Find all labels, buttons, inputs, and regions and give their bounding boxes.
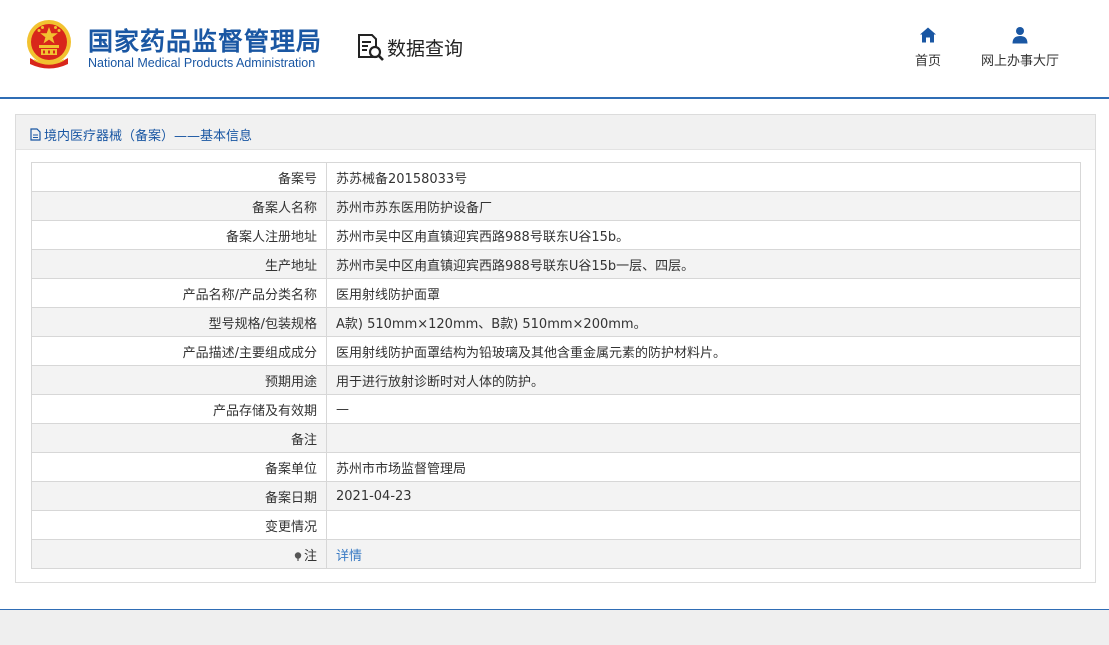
field-value: 苏州市吴中区甪直镇迎宾西路988号联东U谷15b一层、四层。 [326, 249, 1081, 279]
record-info-table: 备案号 苏苏械备20158033号 备案人名称 苏州市苏东医用防护设备厂 备案人注册… [31, 162, 1081, 569]
field-value: 2021-04-23 [326, 481, 1081, 511]
note-row: 注 详情 [31, 539, 1081, 569]
agency-name-en: National Medical Products Administration [88, 56, 316, 70]
table-row: 备注 [31, 423, 1081, 453]
nav-home-label[interactable]: 首页 [915, 54, 941, 69]
table-row: 备案号 苏苏械备20158033号 [31, 162, 1081, 192]
record-panel: 境内医疗器械（备案）——基本信息 备案号 苏苏械备20158033号 备案人名称苏… [15, 114, 1096, 583]
pin-icon [294, 551, 302, 561]
table-row: 备案人注册地址 苏州市吴中区甪直镇迎宾西路988号联东U谷15b。 [31, 220, 1081, 250]
field-label: 生产地址 [31, 249, 327, 279]
field-label: 备案人注册地址 [31, 220, 327, 250]
section-heading: 数据查询 [355, 32, 463, 62]
field-label: 变更情况 [31, 510, 327, 540]
agency-name-cn: 国家药品监督管理局 [88, 27, 323, 56]
field-value: 苏州市苏东医用防护设备厂 [326, 191, 1081, 221]
table-row: 型号规格/包装规格 A款) 510mm×120mm、B款) 510mm×200mm… [31, 307, 1081, 337]
data-query-icon [358, 34, 384, 61]
table-row: 预期用途 用于进行放射诊断时对人体的防护。 [31, 365, 1081, 395]
field-label: 产品名称/产品分类名称 [31, 278, 327, 308]
field-label: 备案单位 [31, 452, 327, 482]
table-row: 生产地址 苏州市吴中区甪直镇迎宾西路988号联东U谷15b一层、四层。 [31, 249, 1081, 279]
table-row: 变更情况 [31, 510, 1081, 540]
field-label: 产品描述/主要组成成分 [31, 336, 327, 366]
field-label: 备案号 [31, 162, 327, 192]
details-link[interactable]: 详情 [336, 549, 362, 564]
document-icon [30, 128, 41, 141]
nav-home[interactable]: 首页 [905, 26, 951, 69]
field-value: 用于进行放射诊断时对人体的防护。 [326, 365, 1081, 395]
field-label: 备案日期 [31, 481, 327, 511]
nav-online-hall[interactable]: 网上办事大厅 [975, 26, 1065, 69]
site-footer [0, 610, 1109, 645]
field-label: 备注 [31, 423, 327, 453]
panel-header: 境内医疗器械（备案）——基本信息 [16, 115, 1095, 150]
note-label-text: 注 [303, 548, 317, 564]
section-title: 数据查询 [387, 37, 464, 60]
table-row: 产品描述/主要组成成分 医用射线防护面罩结构为铅玻璃及其他含重金属元素的防护材料片… [31, 336, 1081, 366]
field-value: 苏州市吴中区甪直镇迎宾西路988号联东U谷15b。 [326, 220, 1081, 250]
field-value [326, 423, 1081, 453]
panel-title-text: 境内医疗器械（备案）——基本信息 [44, 129, 253, 144]
table-row: 备案单位 苏州市市场监督管理局 [31, 452, 1081, 482]
field-label: 预期用途 [31, 365, 327, 395]
table-row: 产品名称/产品分类名称 医用射线防护面罩 [31, 278, 1081, 308]
note-value: 详情 [326, 539, 1081, 569]
header-divider [0, 97, 1109, 99]
user-icon [1012, 27, 1028, 44]
note-label: 注 [31, 539, 327, 569]
field-value: 医用射线防护面罩结构为铅玻璃及其他含重金属元素的防护材料片。 [326, 336, 1081, 366]
field-value: 苏苏械备20158033号 [326, 162, 1081, 192]
national-emblem-icon [27, 20, 71, 69]
field-label: 产品存储及有效期 [31, 394, 327, 424]
field-label: 型号规格/包装规格 [31, 307, 327, 337]
field-label: 备案人名称 [31, 191, 327, 221]
table-row: 备案日期 2021-04-23 [31, 481, 1081, 511]
field-value: 医用射线防护面罩 [326, 278, 1081, 308]
field-value: — [326, 394, 1081, 424]
home-icon [920, 27, 936, 43]
table-row: 产品存储及有效期 — [31, 394, 1081, 424]
field-value: A款) 510mm×120mm、B款) 510mm×200mm。 [326, 307, 1081, 337]
table-row: 备案人名称 苏州市苏东医用防护设备厂 [31, 191, 1081, 221]
field-value: 苏州市市场监督管理局 [326, 452, 1081, 482]
field-value [326, 510, 1081, 540]
nav-online-hall-label[interactable]: 网上办事大厅 [981, 54, 1059, 69]
site-header: 国家药品监督管理局 National Medical Products Admi… [0, 0, 1109, 98]
panel-title: 境内医疗器械（备案）——基本信息 [30, 125, 252, 144]
